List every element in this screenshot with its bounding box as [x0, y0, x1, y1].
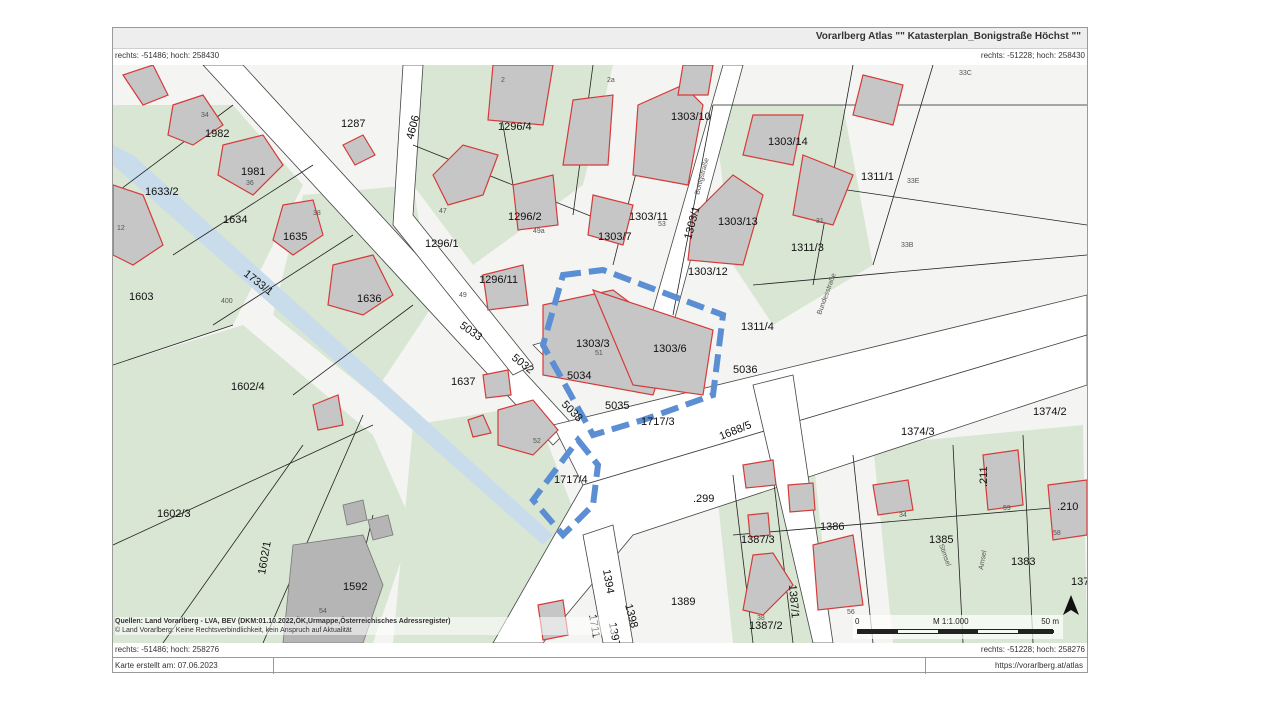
house-number: 47	[439, 208, 447, 215]
house-number: 12	[117, 225, 125, 232]
parcel-label: 1383	[1011, 556, 1035, 568]
scale-ratio: M 1:1.000	[933, 617, 969, 626]
cadastral-map[interactable]: 1287 1296/4 1303/10 1303/14 1311/1 1982 …	[113, 65, 1087, 643]
house-number: 49a	[533, 228, 545, 235]
top-coordinate-row: rechts: -51486; hoch: 258430 rechts: -51…	[113, 49, 1087, 63]
parcel-label: 1603	[129, 291, 153, 303]
parcel-label: 1387/3	[741, 534, 775, 546]
house-number: 52	[533, 438, 541, 445]
house-number: 53	[658, 221, 666, 228]
parcel-label: 1296/2	[508, 211, 542, 223]
coord-bottom-left: rechts: -51486; hoch: 258276	[115, 645, 220, 654]
map-frame: Vorarlberg Atlas "" Katasterplan_Bonigst…	[112, 27, 1088, 674]
parcel-label: 1389	[671, 596, 695, 608]
parcel-label: 1635	[283, 231, 307, 243]
parcel-label: 1374/3	[901, 426, 935, 438]
house-number: 33B	[901, 242, 914, 249]
parcel-label: .299	[693, 493, 714, 505]
house-number: 38	[313, 210, 321, 217]
parcel-label: 1303/10	[671, 111, 711, 123]
parcel-label: 1717/4	[554, 474, 588, 486]
parcel-label: 1637	[451, 376, 475, 388]
parcel-label: 1303/14	[768, 136, 808, 148]
map-title: Vorarlberg Atlas "" Katasterplan_Bonigst…	[815, 31, 1081, 42]
parcel-label: 1296/11	[479, 274, 518, 286]
parcel-label: .210	[1057, 501, 1078, 513]
coord-bottom-right: rechts: -51228; hoch: 258276	[980, 645, 1085, 654]
parcel-label: 1303/3	[576, 338, 610, 350]
scale-bar-graphic	[857, 629, 1054, 634]
parcel-label: 1602/4	[231, 381, 265, 393]
house-number: 34	[899, 512, 907, 519]
source-line-2: © Land Vorarlberg: Keine Rechtsverbindli…	[115, 627, 352, 634]
parcel-label: 1386	[820, 521, 844, 533]
parcel-label: 1311/4	[741, 321, 774, 333]
source-line-1: Quellen: Land Vorarlberg - LVA, BEV (DKM…	[115, 618, 451, 625]
house-number: 59	[1003, 505, 1011, 512]
parcel-label: 1982	[205, 128, 229, 140]
parcel-label: 5036	[733, 364, 757, 376]
parcel-label: 1717/3	[641, 416, 675, 428]
parcel-label: 1303/7	[598, 231, 632, 243]
parcel-label: 1374/2	[1033, 406, 1067, 418]
parcel-label: 1633/2	[145, 186, 179, 198]
scale-end: 50 m	[1041, 617, 1059, 626]
parcel-label: 5035	[605, 400, 629, 412]
footer: Karte erstellt am: 07.06.2023 https://vo…	[113, 657, 1087, 674]
scale-zero: 0	[855, 617, 860, 626]
parcel-label: 1311/3	[791, 242, 824, 254]
parcel-label: .211	[978, 466, 990, 487]
map-source-note: Quellen: Land Vorarlberg - LVA, BEV (DKM…	[115, 617, 615, 635]
house-number: 33E	[907, 178, 920, 185]
parcel-label: 1303/12	[688, 266, 728, 278]
parcel-label: 1303/6	[653, 343, 687, 355]
parcel-label: 1296/4	[498, 121, 532, 133]
house-number: 51	[595, 350, 603, 357]
parcel-label: 5034	[567, 370, 591, 382]
coord-top-right: rechts: -51228; hoch: 258430	[980, 51, 1085, 60]
house-number: 33C	[959, 70, 972, 77]
house-number: 58	[1053, 530, 1061, 537]
parcel-label: 137	[1071, 576, 1087, 588]
bottom-coordinate-row: rechts: -51486; hoch: 258276 rechts: -51…	[113, 643, 1087, 657]
parcel-label: 1636	[357, 293, 381, 305]
title-bar: Vorarlberg Atlas "" Katasterplan_Bonigst…	[113, 28, 1087, 49]
house-number: 36	[246, 180, 254, 187]
map-canvas: 1287 1296/4 1303/10 1303/14 1311/1 1982 …	[113, 65, 1087, 643]
footer-divider	[273, 658, 274, 674]
parcel-label: 1602/3	[157, 508, 191, 520]
house-number: 49	[459, 292, 467, 299]
parcel-label: 1303/13	[718, 216, 758, 228]
parcel-label: 1311/1	[861, 171, 894, 183]
house-number: 38	[757, 615, 765, 622]
parcel-label: 1592	[343, 581, 367, 593]
parcel-label: 1634	[223, 214, 247, 226]
house-number: 2	[501, 77, 505, 84]
house-number: 54	[319, 608, 327, 615]
parcel-label: 1287	[341, 118, 365, 130]
parcel-label: 1387/2	[749, 620, 783, 632]
atlas-url-link[interactable]: https://vorarlberg.at/atlas	[995, 661, 1083, 670]
house-number: 31	[816, 218, 824, 225]
parcel-label: 1981	[241, 166, 265, 178]
house-number: 400	[221, 298, 233, 305]
created-date: Karte erstellt am: 07.06.2023	[115, 661, 218, 670]
scale-bar: 0 M 1:1.000 50 m	[853, 615, 1063, 639]
coord-top-left: rechts: -51486; hoch: 258430	[115, 51, 220, 60]
parcel-label: 1296/1	[425, 238, 459, 250]
house-number: 2a	[607, 77, 615, 84]
footer-divider	[925, 658, 926, 674]
house-number: 34	[201, 112, 209, 119]
